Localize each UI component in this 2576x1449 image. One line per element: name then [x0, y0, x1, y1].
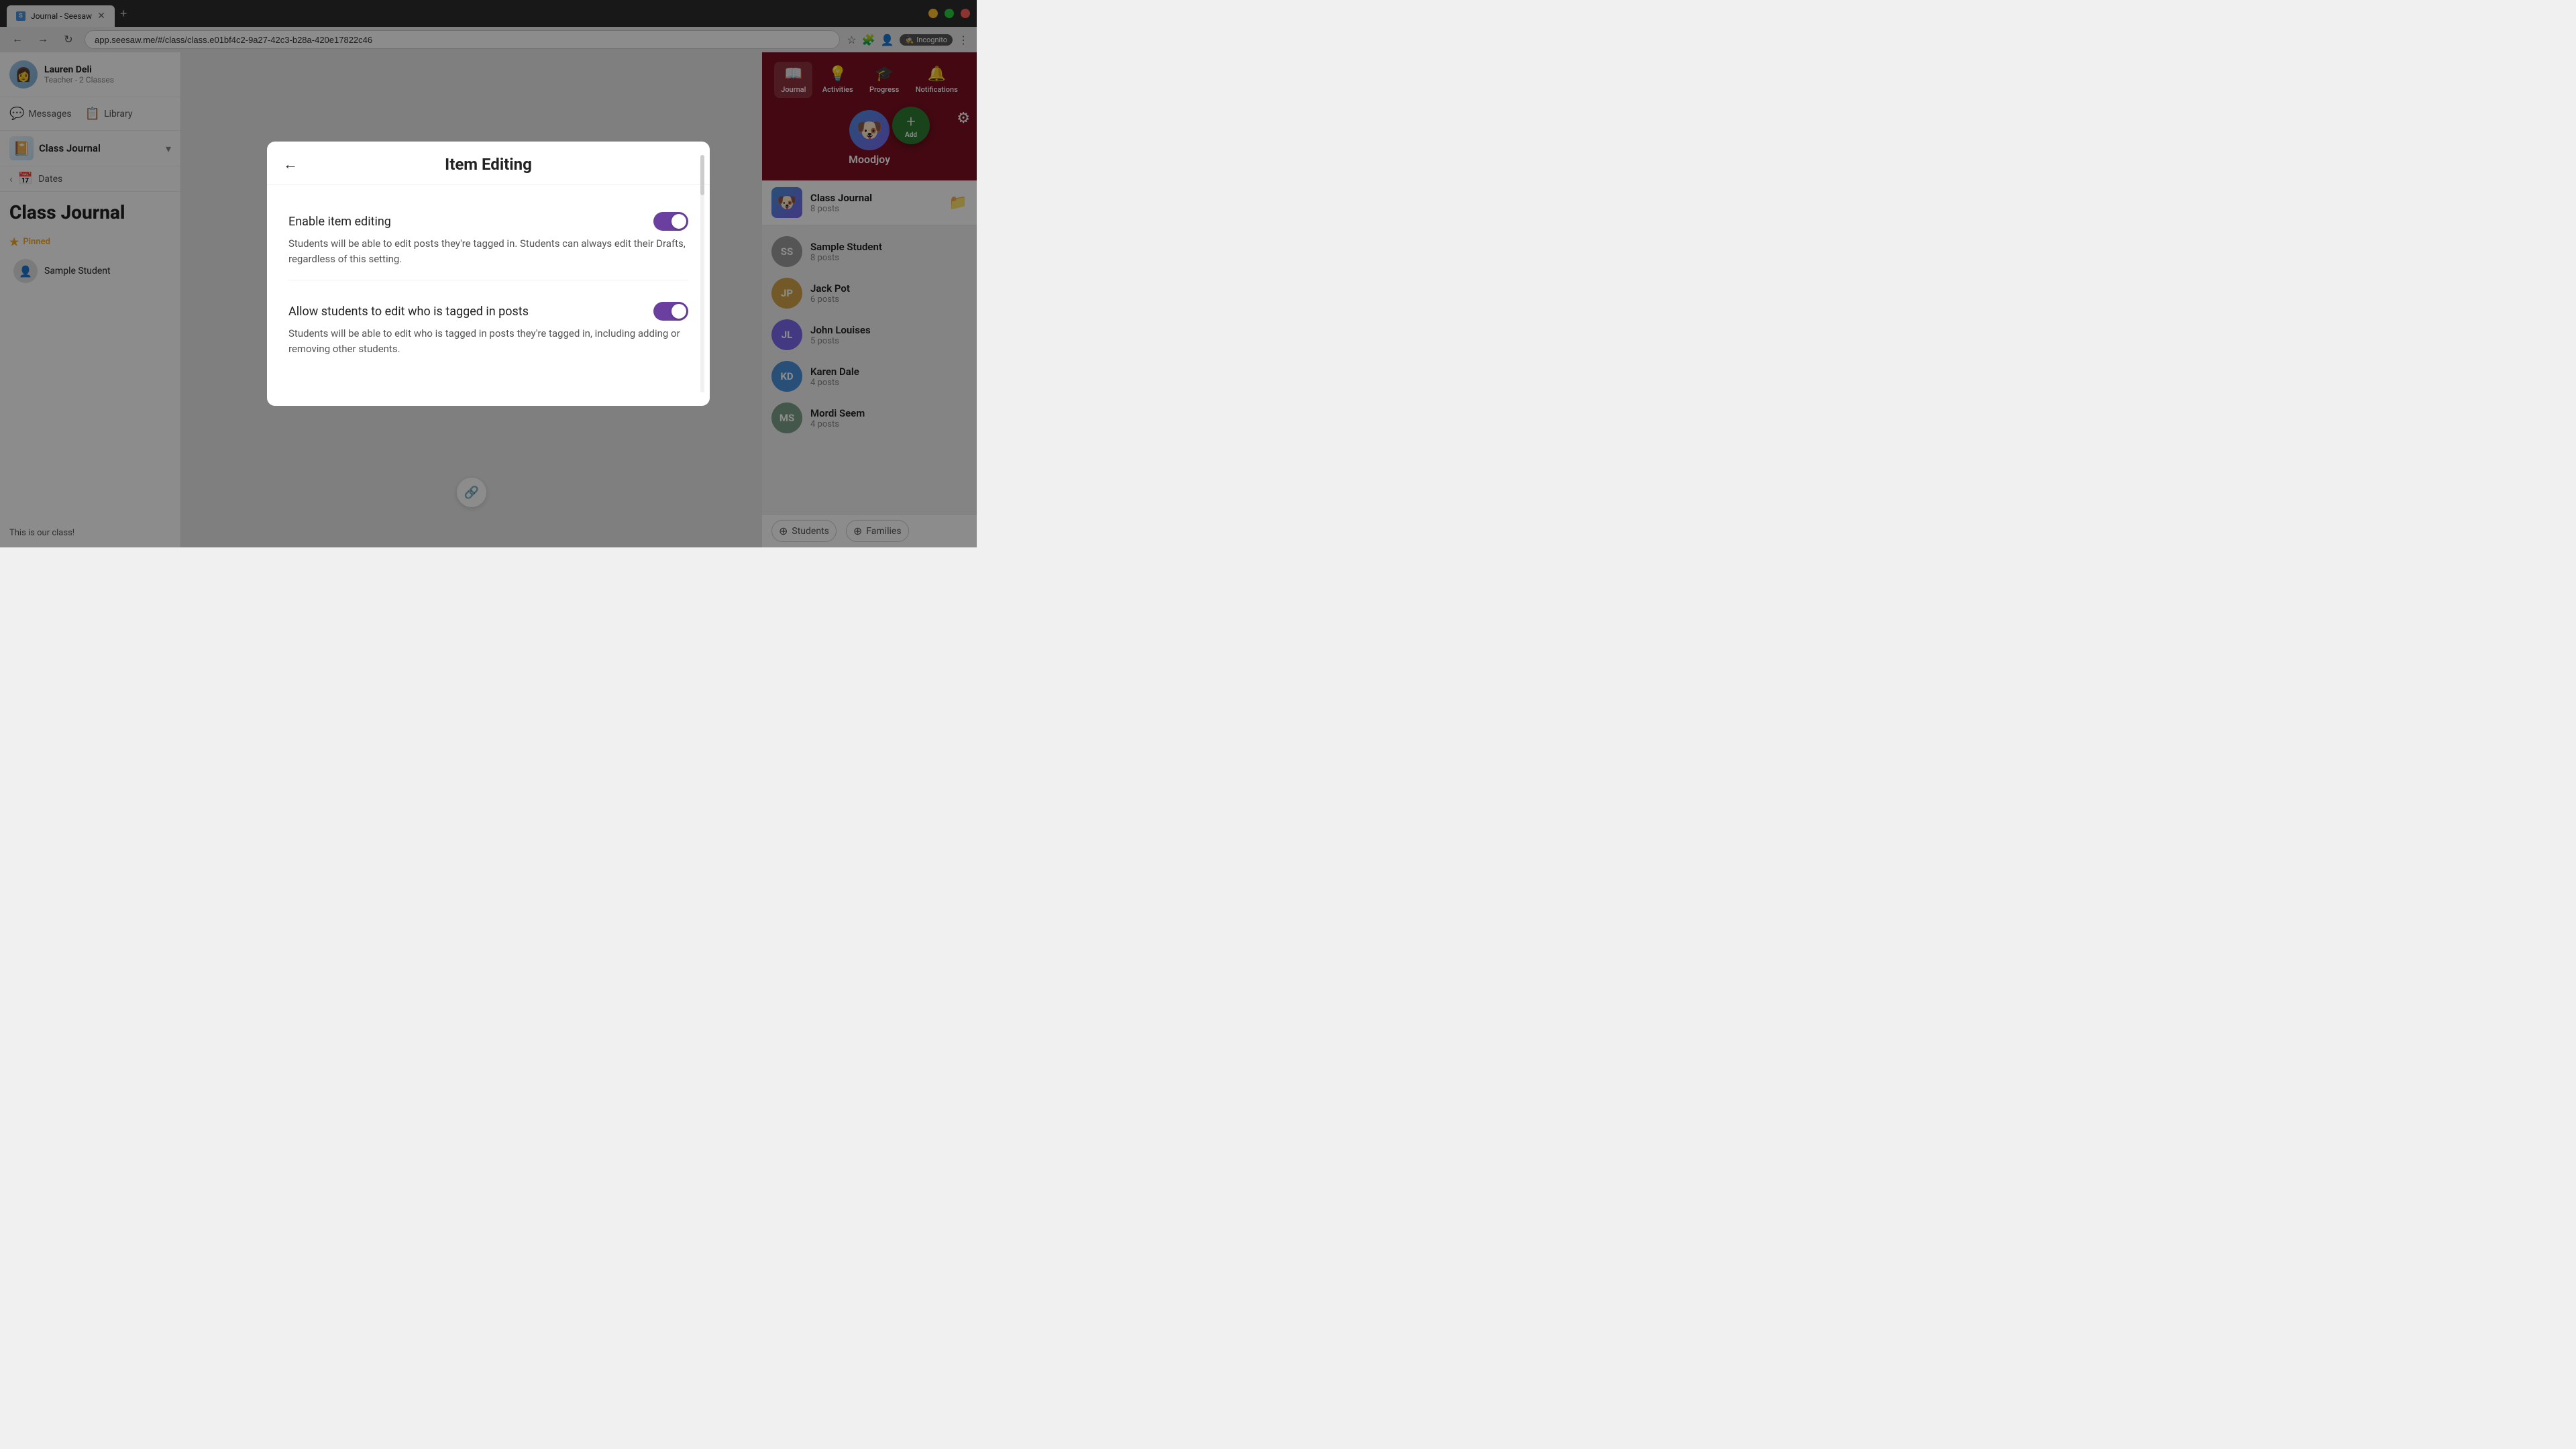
app-container: 👩 Lauren Deli Teacher - 2 Classes 💬 Mess… — [0, 52, 977, 547]
modal-back-button[interactable]: ← — [283, 156, 298, 173]
setting2-toggle-row: Allow students to edit who is tagged in … — [288, 291, 688, 326]
item-editing-modal: ← Item Editing Enable item editing Stude… — [267, 142, 710, 406]
modal-header: ← Item Editing — [267, 142, 710, 185]
setting1-description: Students will be able to edit posts they… — [288, 236, 688, 280]
setting2-description: Students will be able to edit who is tag… — [288, 326, 688, 370]
setting1-toggle-row: Enable item editing — [288, 201, 688, 236]
modal-body: Enable item editing Students will be abl… — [267, 185, 710, 386]
setting2-toggle-knob — [672, 304, 686, 319]
modal-scroll-thumb — [700, 155, 704, 195]
modal-title: Item Editing — [307, 155, 669, 174]
setting1-toggle-knob — [672, 214, 686, 229]
setting1-toggle[interactable] — [653, 212, 688, 231]
modal-scrollbar[interactable] — [700, 155, 704, 392]
modal-overlay[interactable]: ← Item Editing Enable item editing Stude… — [0, 0, 977, 547]
setting2-toggle[interactable] — [653, 302, 688, 321]
setting2-label: Allow students to edit who is tagged in … — [288, 305, 529, 319]
setting1-label: Enable item editing — [288, 215, 391, 229]
